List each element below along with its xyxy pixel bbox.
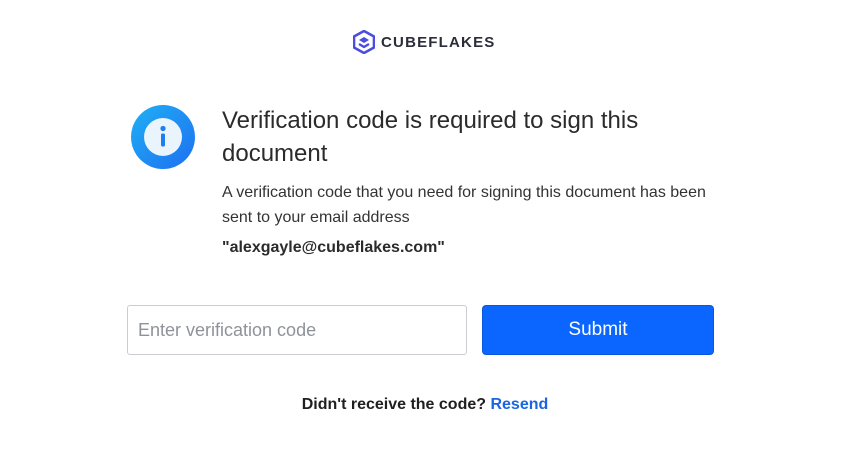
verification-description: A verification code that you need for si…: [222, 184, 706, 226]
verification-code-input[interactable]: [127, 305, 467, 355]
brand-name: CUBEFLAKES: [381, 33, 496, 51]
resend-row: Didn't receive the code? Resend: [0, 396, 850, 414]
resend-prompt: Didn't receive the code?: [301, 396, 491, 413]
cube-logo-icon: [353, 30, 375, 54]
verification-page: CUBEFLAKES Verification code is required…: [0, 0, 864, 450]
page-title: Verification code is required to sign th…: [222, 107, 639, 167]
resend-link[interactable]: Resend: [490, 396, 548, 413]
brand-logo: CUBEFLAKES: [353, 30, 496, 54]
recipient-email: "alexgayle@cubeflakes.com": [222, 239, 445, 256]
info-icon: [131, 105, 195, 169]
submit-button[interactable]: Submit: [482, 305, 714, 355]
